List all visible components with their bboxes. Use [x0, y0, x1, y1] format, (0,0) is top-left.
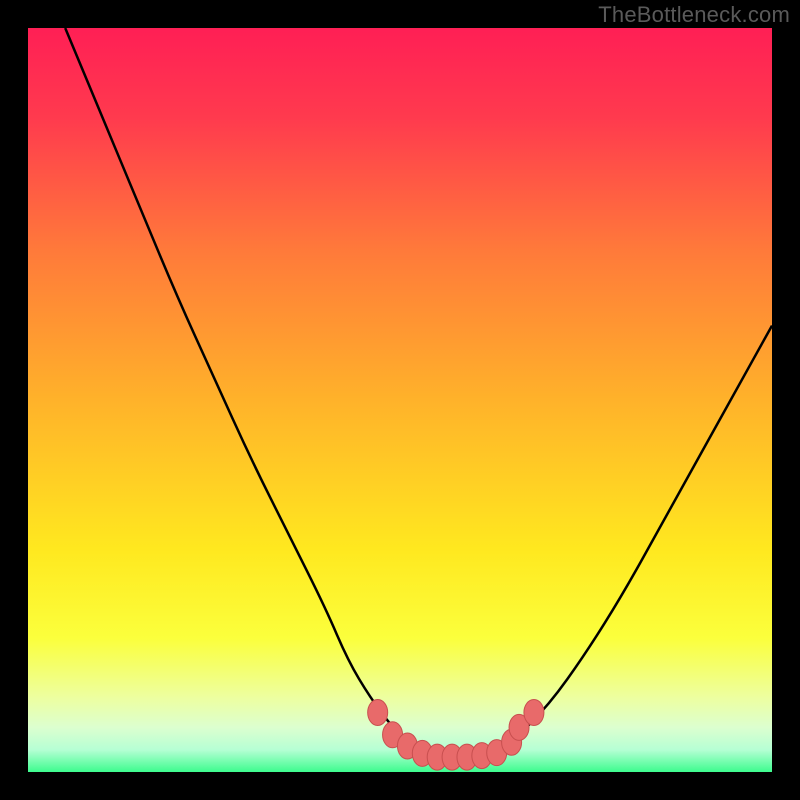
marker-point	[368, 699, 388, 725]
bottleneck-chart	[0, 0, 800, 800]
outer-frame: TheBottleneck.com	[0, 0, 800, 800]
marker-point	[524, 699, 544, 725]
watermark-text: TheBottleneck.com	[598, 2, 790, 28]
gradient-background	[28, 28, 772, 772]
